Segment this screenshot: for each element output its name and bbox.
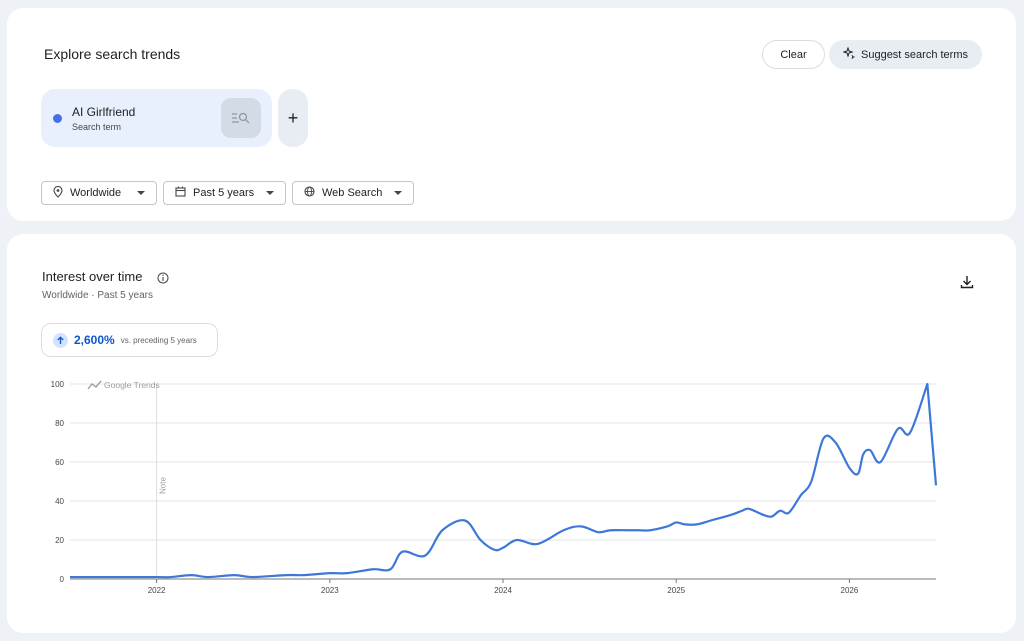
- location-pin-icon: [53, 185, 63, 201]
- y-tick-label: 0: [60, 575, 65, 584]
- geo-filter[interactable]: Worldwide: [41, 181, 157, 205]
- info-icon[interactable]: [157, 271, 169, 289]
- page-title: Explore search trends: [44, 46, 181, 62]
- chevron-down-icon: [137, 191, 145, 195]
- plus-icon: +: [287, 107, 299, 128]
- term-name: AI Girlfriend: [72, 105, 136, 119]
- y-tick-label: 20: [55, 536, 64, 545]
- calendar-icon: [175, 186, 186, 200]
- x-tick-label: 2024: [494, 586, 512, 595]
- explore-card: Explore search trends Clear Suggest sear…: [7, 8, 1016, 221]
- note-label: Note: [159, 477, 168, 494]
- y-tick-label: 40: [55, 497, 64, 506]
- x-tick-label: 2023: [321, 586, 339, 595]
- watermark-label: Google Trends: [104, 380, 160, 390]
- term-search-icon[interactable]: [221, 98, 261, 138]
- trend-logo-icon: [87, 380, 102, 390]
- y-tick-label: 60: [55, 458, 64, 467]
- x-tick-label: 2025: [667, 586, 685, 595]
- change-label: vs. preceding 5 years: [120, 335, 197, 345]
- interest-line-chart: 0 20 40 60 80 100 2022 2023 2024 2025 2026 Note Goog…: [51, 380, 938, 595]
- series-line-ai-girlfriend: [70, 382, 938, 579]
- geo-filter-label: Worldwide: [70, 187, 122, 199]
- arrow-up-icon: [53, 332, 68, 348]
- time-filter[interactable]: Past 5 years: [163, 181, 286, 205]
- term-color-dot: [53, 114, 62, 123]
- change-value: 2,600%: [74, 333, 115, 347]
- suggest-search-terms-button[interactable]: Suggest search terms: [829, 40, 982, 69]
- time-filter-label: Past 5 years: [193, 187, 255, 199]
- sparkle-icon: [842, 46, 856, 62]
- clear-button-label: Clear: [780, 48, 807, 61]
- y-tick-label: 100: [51, 380, 65, 389]
- globe-icon: [304, 186, 315, 200]
- google-trends-watermark: Google Trends: [87, 380, 160, 390]
- property-filter-label: Web Search: [322, 187, 383, 199]
- change-badge: 2,600% vs. preceding 5 years: [41, 323, 218, 357]
- x-tick-label: 2022: [148, 586, 166, 595]
- section-subtitle: Worldwide · Past 5 years: [42, 290, 153, 301]
- add-term-button[interactable]: +: [278, 89, 308, 147]
- download-icon[interactable]: [960, 275, 974, 294]
- property-filter[interactable]: Web Search: [292, 181, 414, 205]
- interest-over-time-card: Interest over time Worldwide · Past 5 ye…: [7, 234, 1016, 633]
- chevron-down-icon: [394, 191, 402, 195]
- suggest-button-label: Suggest search terms: [861, 48, 968, 61]
- section-title: Interest over time: [42, 269, 143, 284]
- x-tick-label: 2026: [841, 586, 859, 595]
- chevron-down-icon: [266, 191, 274, 195]
- y-tick-label: 80: [55, 419, 64, 428]
- clear-button[interactable]: Clear: [762, 40, 825, 69]
- search-term-chip[interactable]: AI Girlfriend Search term: [41, 89, 272, 147]
- term-subtitle: Search term: [72, 122, 122, 132]
